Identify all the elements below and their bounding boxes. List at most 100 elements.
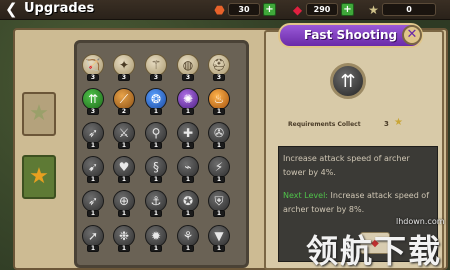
upgrade-node[interactable]: ➚ 1	[82, 225, 104, 252]
upgrade-node[interactable]: ✚ 1	[177, 122, 199, 149]
upgrade-level-badge: 1	[182, 108, 194, 115]
upgrade-node-icon: ✇	[208, 122, 230, 144]
requirements-value: 3	[384, 120, 389, 128]
star-currency-icon: ★	[368, 2, 379, 17]
upgrade-level-badge: 1	[182, 176, 194, 183]
upgrade-node[interactable]: ◍ 3	[177, 54, 199, 81]
upgrade-node-icon: ❉	[113, 225, 135, 247]
upgrade-level-badge: 3	[150, 74, 162, 81]
gold-star-icon: ★	[29, 164, 49, 189]
gem-icon: ◆	[292, 2, 303, 17]
next-level-text: Next Level: Increase attack speed of arc…	[283, 189, 435, 217]
upgrade-node-icon: ⚚	[145, 54, 167, 76]
upgrade-node[interactable]: ♨ 1	[208, 88, 230, 115]
upgrade-node[interactable]: ✦ 3	[113, 54, 135, 81]
upgrade-node-icon: ✺	[177, 88, 199, 110]
add-coins-button[interactable]: +	[263, 3, 276, 16]
upgrade-level-badge: 3	[87, 74, 99, 81]
upgrade-node-icon: ⛨	[208, 190, 230, 212]
upgrade-node[interactable]: ⛑ 3	[208, 54, 230, 81]
upgrade-level-badge: 1	[150, 210, 162, 217]
upgrade-node[interactable]: ⚲ 1	[145, 122, 167, 149]
upgrade-level-badge: 1	[213, 142, 225, 149]
upgrade-level-badge: 1	[150, 245, 162, 252]
upgrade-node[interactable]: ⚘ 1	[177, 225, 199, 252]
coin-counter: 30	[228, 3, 260, 16]
upgrade-node-icon: §	[145, 156, 167, 178]
upgrade-node[interactable]: ✪ 1	[177, 190, 199, 217]
requirement-star-icon: ★	[394, 117, 403, 128]
upgrade-node-icon: ⌁	[177, 156, 199, 178]
upgrade-node[interactable]: ⚚ 3	[145, 54, 167, 81]
upgrade-node[interactable]: ❉ 1	[113, 225, 135, 252]
upgrade-level-badge: 1	[87, 176, 99, 183]
upgrade-level-badge: 3	[182, 74, 194, 81]
upgrade-node[interactable]: ⛨ 1	[208, 190, 230, 217]
upgrade-level-badge: 1	[213, 108, 225, 115]
upgrade-level-badge: 1	[150, 142, 162, 149]
upgrade-node-icon: ⟋	[113, 88, 135, 110]
upgrade-level-badge: 1	[182, 245, 194, 252]
upgrade-level-badge: 1	[213, 176, 225, 183]
upgrade-level-badge: 1	[118, 176, 130, 183]
description-text: Increase attack speed of archer tower by…	[283, 154, 410, 177]
back-arrow-icon[interactable]: ❮	[5, 1, 19, 17]
upgrade-node[interactable]: 🏹 3	[82, 54, 104, 81]
upgrade-node[interactable]: ▼ 1	[208, 225, 230, 252]
upgrade-node[interactable]: ✹ 1	[145, 225, 167, 252]
upgrade-node[interactable]: ⇈ 3	[82, 88, 104, 115]
fast-shooting-icon: ⇈	[330, 63, 366, 99]
upgrade-node[interactable]: ➹ 1	[82, 156, 104, 183]
upgrade-level-badge: 1	[118, 142, 130, 149]
upgrade-node-icon: ⊕	[113, 190, 135, 212]
gem-counter: 290	[306, 3, 338, 16]
upgrade-level-badge: 1	[87, 210, 99, 217]
upgrade-node-icon: ➹	[82, 156, 104, 178]
upgrade-node[interactable]: ⚡ 1	[208, 156, 230, 183]
requirements-label: Requirements Collect	[288, 121, 361, 128]
upgrade-node[interactable]: ❂ 1	[145, 88, 167, 115]
upgrade-node-icon: ⚘	[177, 225, 199, 247]
upgrade-node[interactable]: ➶ 1	[82, 122, 104, 149]
upgrade-level-badge: 1	[213, 210, 225, 217]
upgrade-node-icon: ♥	[113, 156, 135, 178]
upgrade-node[interactable]: § 1	[145, 156, 167, 183]
upgrade-node-icon: ⚲	[145, 122, 167, 144]
upgrade-node-icon: ⚔	[113, 122, 135, 144]
upgrade-level-badge: 1	[87, 142, 99, 149]
upgrade-level-badge: 2	[118, 108, 130, 115]
upgrade-node[interactable]: ➶ 1	[82, 190, 104, 217]
upgrade-node-icon: ✚	[177, 122, 199, 144]
star-tab-silver[interactable]: ★	[22, 92, 56, 136]
upgrade-node[interactable]: ⟋ 2	[113, 88, 135, 115]
upgrade-level-badge: 1	[150, 176, 162, 183]
upgrade-node[interactable]: ⌁ 1	[177, 156, 199, 183]
upgrade-node[interactable]: ⊕ 1	[113, 190, 135, 217]
close-button[interactable]: ✕	[402, 25, 422, 45]
watermark-text: 领航下载	[306, 232, 443, 270]
upgrade-node-icon: ✹	[145, 225, 167, 247]
add-gems-button[interactable]: +	[341, 3, 354, 16]
upgrade-node-icon: ✦	[113, 54, 135, 76]
star-tab-gold[interactable]: ★	[22, 155, 56, 199]
upgrade-node-icon: ◍	[177, 54, 199, 76]
upgrade-level-badge: 1	[182, 142, 194, 149]
upgrade-node-icon: ➶	[82, 190, 104, 212]
upgrade-node[interactable]: ♥ 1	[113, 156, 135, 183]
upgrade-node-icon: ❂	[145, 88, 167, 110]
upgrade-level-badge: 1	[182, 210, 194, 217]
upgrade-node[interactable]: ✺ 1	[177, 88, 199, 115]
upgrade-node-icon: ✪	[177, 190, 199, 212]
coin-icon: ⬣	[214, 2, 225, 17]
upgrade-node[interactable]: ⚔ 1	[113, 122, 135, 149]
silver-star-icon: ★	[29, 101, 49, 126]
top-bar: ❮ Upgrades ⬣ 30 + ◆ 290 + ★ 0	[0, 0, 450, 20]
upgrade-node-icon: ⚡	[208, 156, 230, 178]
upgrade-node[interactable]: ✇ 1	[208, 122, 230, 149]
upgrade-node-icon: 🏹	[82, 54, 104, 76]
upgrade-node[interactable]: ⚓ 1	[145, 190, 167, 217]
upgrade-node-icon: ⚓	[145, 190, 167, 212]
upgrade-level-badge: 3	[87, 108, 99, 115]
upgrade-node-icon: ➶	[82, 122, 104, 144]
upgrade-node-icon: ➚	[82, 225, 104, 247]
